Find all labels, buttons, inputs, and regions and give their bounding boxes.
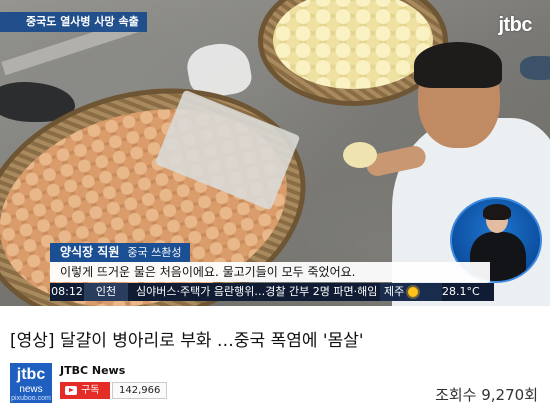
sun-icon xyxy=(408,287,419,297)
ticker-time: 08:12 xyxy=(51,285,83,298)
channel-avatar-text: jtbc xyxy=(16,366,46,383)
chick-in-hand xyxy=(343,142,377,168)
video-title: [영상] 달걀이 병아리로 부화 …중국 폭염에 '몸살' xyxy=(10,331,364,351)
subscribe-button[interactable]: 구독 xyxy=(60,382,110,399)
ticker-city: 인천 xyxy=(84,283,128,301)
subscribe-label: 구독 xyxy=(81,385,100,396)
news-ticker: 08:12 인천 심야버스·주택가 음란행위…경찰 간부 2명 파면·해임 제주… xyxy=(50,283,494,301)
interpreter-hair xyxy=(483,204,511,220)
weather-location: 제주 xyxy=(384,285,405,298)
watermark-text: pixuboo.com xyxy=(11,395,51,402)
ticker-headline: 심야버스·주택가 음란행위…경찰 간부 2명 파면·해임 xyxy=(136,285,378,298)
view-count: 조회수 9,270회 xyxy=(435,386,538,404)
caption-speaker-name: 양식장 직원 xyxy=(60,245,120,259)
broadcaster-logo: jtbc xyxy=(498,14,532,36)
caption-quote: 이렇게 뜨거운 물은 처음이에요. 물고기들이 모두 죽었어요. xyxy=(50,262,490,282)
youtube-play-icon xyxy=(65,386,77,395)
chicks xyxy=(273,0,433,89)
channel-avatar[interactable]: jtbc news pixuboo.com xyxy=(10,363,52,403)
channel-name[interactable]: JTBC News xyxy=(60,364,125,377)
caption-speaker: 양식장 직원 중국 쓰촨성 xyxy=(50,243,190,262)
channel-avatar-subtext: news xyxy=(19,384,43,395)
boy-hair xyxy=(414,42,502,88)
video-player[interactable]: 중국도 열사병 사망 속출 jtbc 양식장 직원 중국 쓰촨성 이렇게 뜨거운… xyxy=(0,0,550,306)
caption-speaker-location: 중국 쓰촨성 xyxy=(127,246,182,259)
topic-tag: 중국도 열사병 사망 속출 xyxy=(0,12,147,32)
person-foot xyxy=(520,56,550,80)
ticker-weather: 제주 xyxy=(380,283,442,301)
weather-temperature: 28.1°C xyxy=(442,285,480,298)
subscriber-count: 142,966 xyxy=(112,382,168,399)
